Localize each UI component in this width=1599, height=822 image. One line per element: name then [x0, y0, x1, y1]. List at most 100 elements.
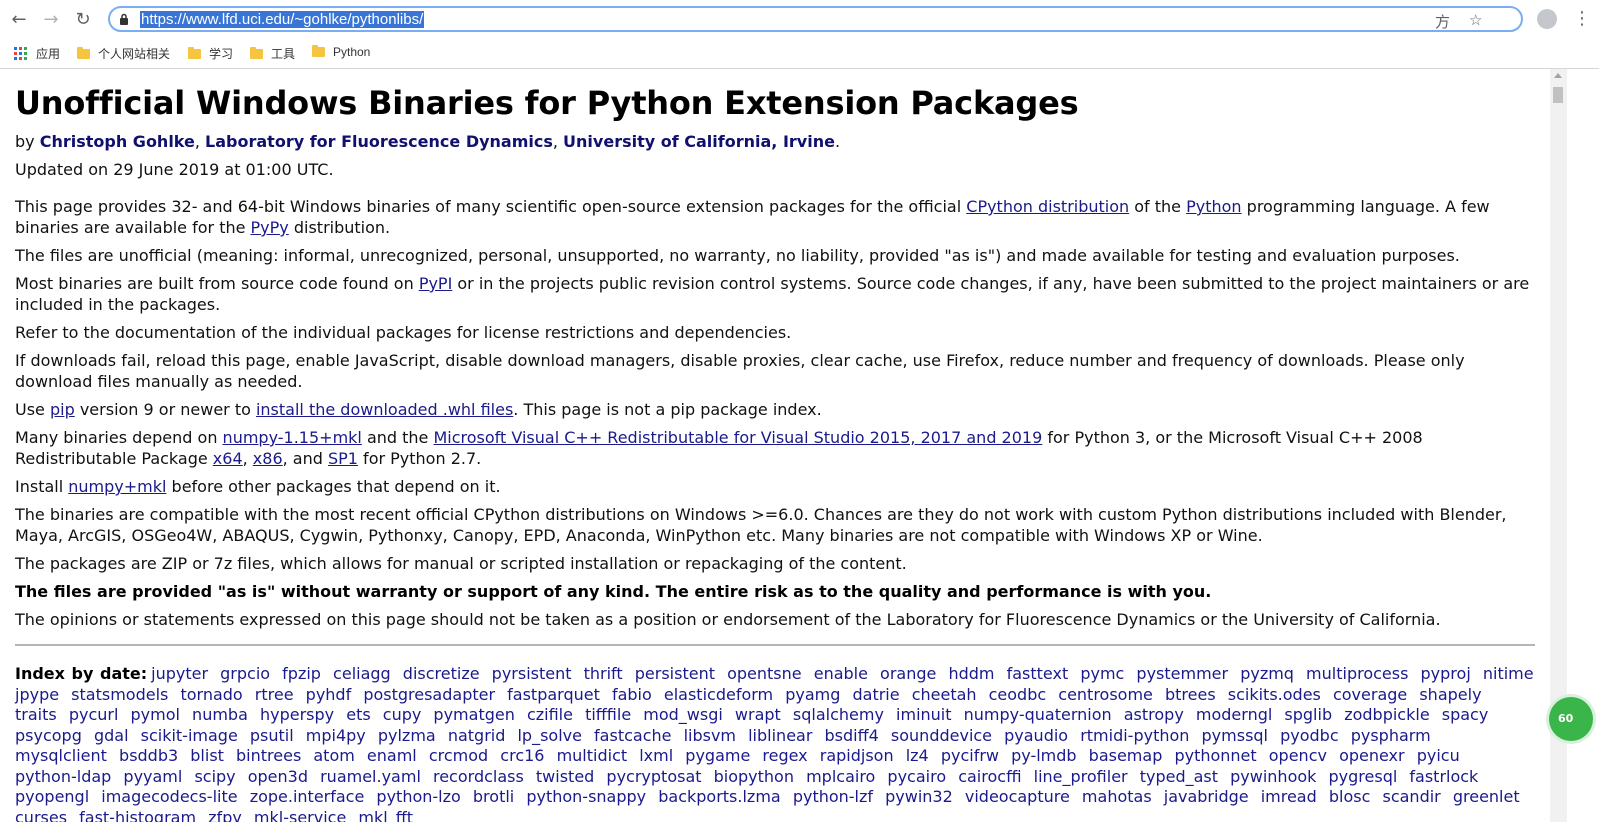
index-package-link[interactable]: pyaudio — [1004, 726, 1068, 745]
index-package-link[interactable]: python-snappy — [526, 787, 646, 806]
address-bar[interactable]: https://www.lfd.uci.edu/~gohlke/pythonli… — [108, 6, 1523, 32]
index-package-link[interactable]: pyhdf — [306, 685, 352, 704]
index-package-link[interactable]: btrees — [1165, 685, 1216, 704]
index-package-link[interactable]: jpype — [15, 685, 59, 704]
index-package-link[interactable]: typed_ast — [1140, 767, 1218, 786]
index-package-link[interactable]: pythonnet — [1174, 746, 1256, 765]
index-package-link[interactable]: pyicu — [1417, 746, 1460, 765]
index-package-link[interactable]: rtree — [255, 685, 294, 704]
index-package-link[interactable]: javabridge — [1164, 787, 1249, 806]
index-package-link[interactable]: tifffile — [585, 705, 631, 724]
index-package-link[interactable]: liblinear — [748, 726, 812, 745]
index-package-link[interactable]: nitime — [1483, 664, 1534, 683]
pip-link[interactable]: pip — [50, 400, 75, 419]
index-package-link[interactable]: mpi4py — [306, 726, 366, 745]
index-package-link[interactable]: cupy — [383, 705, 422, 724]
index-package-link[interactable]: mkl-service — [254, 808, 346, 822]
index-package-link[interactable]: rtmidi-python — [1080, 726, 1189, 745]
cpython-link[interactable]: CPython distribution — [966, 197, 1129, 216]
index-package-link[interactable]: lp_solve — [517, 726, 581, 745]
pypy-link[interactable]: PyPy — [251, 218, 289, 237]
index-package-link[interactable]: python-lzf — [793, 787, 873, 806]
index-package-link[interactable]: rapidjson — [820, 746, 894, 765]
index-package-link[interactable]: py-lmdb — [1011, 746, 1076, 765]
index-package-link[interactable]: twisted — [536, 767, 594, 786]
index-package-link[interactable]: ceodbc — [989, 685, 1047, 704]
index-package-link[interactable]: statsmodels — [71, 685, 168, 704]
index-package-link[interactable]: iminuit — [896, 705, 951, 724]
index-package-link[interactable]: biopython — [714, 767, 794, 786]
index-package-link[interactable]: scikit-image — [141, 726, 238, 745]
index-package-link[interactable]: blist — [190, 746, 224, 765]
index-package-link[interactable]: opentsne — [727, 664, 802, 683]
menu-dots-icon[interactable]: ⋮ — [1573, 8, 1591, 30]
index-package-link[interactable]: imagecodecs-lite — [101, 787, 237, 806]
index-package-link[interactable]: python-ldap — [15, 767, 111, 786]
index-package-link[interactable]: python-lzo — [376, 787, 460, 806]
index-package-link[interactable]: zfpy — [208, 808, 242, 822]
bookmark-folder[interactable]: Python — [312, 45, 370, 59]
index-package-link[interactable]: pygresql — [1329, 767, 1398, 786]
index-package-link[interactable]: scandir — [1382, 787, 1440, 806]
index-package-link[interactable]: cheetah — [912, 685, 977, 704]
index-package-link[interactable]: fasttext — [1007, 664, 1069, 683]
index-package-link[interactable]: backports.lzma — [658, 787, 780, 806]
index-package-link[interactable]: pywinhook — [1230, 767, 1316, 786]
index-package-link[interactable]: astropy — [1124, 705, 1184, 724]
index-package-link[interactable]: zodbpickle — [1344, 705, 1429, 724]
index-package-link[interactable]: scikits.odes — [1228, 685, 1321, 704]
index-package-link[interactable]: line_profiler — [1034, 767, 1128, 786]
index-package-link[interactable]: pycryptosat — [606, 767, 701, 786]
index-package-link[interactable]: psutil — [250, 726, 294, 745]
index-package-link[interactable]: scipy — [194, 767, 235, 786]
index-package-link[interactable]: discretize — [403, 664, 480, 683]
scrollbar-thumb[interactable] — [1553, 87, 1563, 103]
bookmark-folder[interactable]: 学习 — [188, 45, 233, 62]
index-package-link[interactable]: lxml — [639, 746, 673, 765]
index-package-link[interactable]: pywin32 — [885, 787, 953, 806]
index-package-link[interactable]: pyodbc — [1280, 726, 1339, 745]
index-package-link[interactable]: gdal — [94, 726, 129, 745]
index-package-link[interactable]: mkl_fft — [358, 808, 413, 822]
index-package-link[interactable]: pystemmer — [1136, 664, 1228, 683]
index-package-link[interactable]: mod_wsgi — [643, 705, 723, 724]
index-package-link[interactable]: pycifrw — [941, 746, 999, 765]
translate-icon[interactable]: 方 — [1435, 11, 1450, 32]
bookmark-folder[interactable]: 个人网站相关 — [77, 45, 170, 62]
index-package-link[interactable]: libsvm — [684, 726, 736, 745]
index-package-link[interactable]: enable — [814, 664, 868, 683]
index-package-link[interactable]: bsdiff4 — [825, 726, 879, 745]
index-package-link[interactable]: crc16 — [500, 746, 544, 765]
bookmark-star-icon[interactable]: ☆ — [1469, 11, 1482, 29]
index-package-link[interactable]: numba — [192, 705, 248, 724]
index-package-link[interactable]: czifile — [527, 705, 573, 724]
index-package-link[interactable]: sqlalchemy — [793, 705, 884, 724]
lab-link[interactable]: Laboratory for Fluorescence Dynamics — [205, 132, 553, 151]
index-package-link[interactable]: lz4 — [906, 746, 929, 765]
index-package-link[interactable]: jupyter — [151, 664, 208, 683]
index-package-link[interactable]: numpy-quaternion — [964, 705, 1112, 724]
index-package-link[interactable]: zope.interface — [250, 787, 365, 806]
index-package-link[interactable]: sounddevice — [891, 726, 992, 745]
index-package-link[interactable]: thrift — [584, 664, 623, 683]
index-package-link[interactable]: natgrid — [448, 726, 506, 745]
index-package-link[interactable]: pycairo — [887, 767, 946, 786]
index-package-link[interactable]: imread — [1261, 787, 1317, 806]
index-package-link[interactable]: blosc — [1329, 787, 1371, 806]
index-package-link[interactable]: pymssql — [1202, 726, 1268, 745]
index-package-link[interactable]: regex — [762, 746, 807, 765]
index-package-link[interactable]: persistent — [635, 664, 715, 683]
index-package-link[interactable]: crcmod — [429, 746, 488, 765]
index-package-link[interactable]: pylzma — [378, 726, 436, 745]
forward-arrow-icon[interactable]: → — [40, 8, 62, 30]
university-link[interactable]: University of California, Irvine — [563, 132, 835, 151]
index-package-link[interactable]: fastparquet — [507, 685, 600, 704]
index-package-link[interactable]: brotli — [473, 787, 514, 806]
index-package-link[interactable]: pyopengl — [15, 787, 89, 806]
scroll-up-arrow-icon[interactable] — [1554, 73, 1562, 78]
index-package-link[interactable]: hyperspy — [260, 705, 334, 724]
index-package-link[interactable]: pyproj — [1421, 664, 1471, 683]
index-package-link[interactable]: hddm — [948, 664, 994, 683]
author-link[interactable]: Christoph Gohlke — [40, 132, 195, 151]
profile-avatar-icon[interactable] — [1537, 9, 1557, 29]
